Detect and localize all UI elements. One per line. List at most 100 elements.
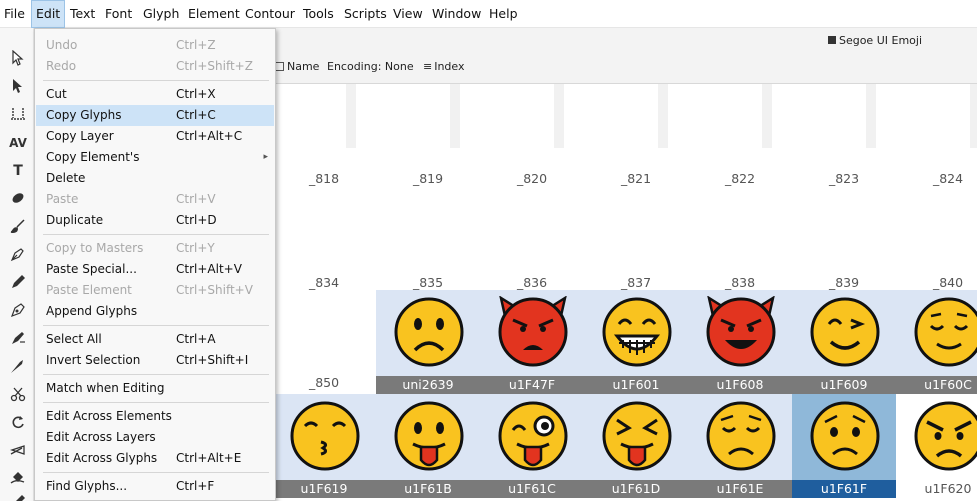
menu-item-label: Redo [46, 59, 77, 73]
menu-item-delete[interactable]: Delete [36, 168, 274, 189]
glyph-cell[interactable]: u1F61B [376, 394, 480, 498]
glyph-cell[interactable]: _821 [584, 170, 688, 274]
ruler-icon[interactable] [9, 494, 27, 501]
eraser-icon[interactable] [9, 190, 27, 208]
menu-tools[interactable]: Tools [299, 0, 338, 28]
menu-element[interactable]: Element [184, 0, 244, 28]
fill-icon[interactable] [9, 470, 27, 488]
glyph-cell[interactable]: u1F61F [792, 394, 896, 498]
menu-item-edit-across-elements[interactable]: Edit Across Elements [36, 406, 274, 427]
glyph-cell[interactable]: u1F609 [792, 290, 896, 394]
glyph-cell[interactable]: u1F60C [896, 290, 977, 394]
menu-item-paste[interactable]: Paste Ctrl+V [36, 189, 274, 210]
cell-divider [450, 84, 460, 148]
menu-item-paste-special[interactable]: Paste Special... Ctrl+Alt+V [36, 259, 274, 280]
menu-item-invert-selection[interactable]: Invert Selection Ctrl+Shift+I [36, 350, 274, 371]
checkbox-icon [275, 62, 284, 71]
brush-icon[interactable] [9, 218, 27, 236]
menu-help[interactable]: Help [485, 0, 522, 28]
menu-item-label: Paste Special... [46, 262, 137, 276]
menu-view[interactable]: View [389, 0, 427, 28]
list-icon: ≡ [423, 60, 433, 73]
pencil-icon[interactable] [9, 274, 27, 292]
menu-item-edit-across-layers[interactable]: Edit Across Layers [36, 427, 274, 448]
sort-name-label: Name [287, 60, 320, 73]
glyph-cell[interactable]: u1F61E [688, 394, 792, 498]
menu-item-copy-layer[interactable]: Copy Layer Ctrl+Alt+C [36, 126, 274, 147]
grin-emoji-icon [602, 297, 672, 367]
rotate-icon[interactable] [9, 414, 27, 432]
glyph-cell[interactable]: _819 [376, 170, 480, 274]
contour-pointer-icon[interactable] [9, 78, 27, 96]
menu-item-shortcut: Ctrl+Y [176, 241, 215, 255]
glyph-cell[interactable]: u1F61C [480, 394, 584, 498]
menu-item-find-glyphs[interactable]: Find Glyphs... Ctrl+F [36, 476, 274, 497]
edit-menu-dropdown: Undo Ctrl+Z Redo Ctrl+Shift+Z Cut Ctrl+X Copy … [34, 28, 276, 501]
menu-contour[interactable]: Contour [241, 0, 299, 28]
menu-item-select-all[interactable]: Select All Ctrl+A [36, 329, 274, 350]
menu-item-paste-element[interactable]: Paste Element Ctrl+Shift+V [36, 280, 274, 301]
menu-edit[interactable]: Edit [31, 0, 66, 28]
menu-separator [43, 374, 269, 375]
tongue-wink-emoji-icon [498, 401, 568, 471]
menu-item-redo[interactable]: Redo Ctrl+Shift+Z [36, 56, 274, 77]
glyph-cell-label: u1F60C [896, 376, 977, 394]
menu-item-edit-across-glyphs[interactable]: Edit Across Glyphs Ctrl+Alt+E [36, 448, 274, 469]
menu-item-cut[interactable]: Cut Ctrl+X [36, 84, 274, 105]
pen-icon[interactable] [9, 246, 27, 264]
font-selector[interactable]: Segoe UI Emoji [827, 34, 922, 47]
knife-icon[interactable] [9, 358, 27, 376]
scissors-icon[interactable] [9, 386, 27, 404]
glyph-cell[interactable]: u1F619 [272, 394, 376, 498]
glyph-cell[interactable]: _818 [272, 170, 376, 274]
glyph-cell[interactable]: _822 [688, 170, 792, 274]
menu-item-match-when-editing[interactable]: Match when Editing [36, 378, 274, 399]
menu-item-label: Paste [46, 192, 79, 206]
glyph-cell[interactable]: u1F47F [480, 290, 584, 394]
glyph-cell[interactable]: u1F61D [584, 394, 688, 498]
relieved-emoji-icon [914, 297, 977, 367]
menu-item-copy-glyphs[interactable]: Copy Glyphs Ctrl+C [36, 105, 274, 126]
pointer-icon[interactable] [9, 49, 27, 68]
menu-item-duplicate[interactable]: Duplicate Ctrl+D [36, 210, 274, 231]
glyph-cell[interactable]: _823 [792, 170, 896, 274]
menu-item-label: Copy to Masters [46, 241, 144, 255]
glyph-cell[interactable]: u1F620 [896, 394, 977, 498]
glyph-cell-label: _823 [828, 171, 860, 186]
calligraphy-pen-icon[interactable] [9, 302, 27, 320]
text-icon[interactable]: T [9, 162, 27, 180]
menu-item-undo[interactable]: Undo Ctrl+Z [36, 35, 274, 56]
menu-text[interactable]: Text [66, 0, 99, 28]
frown-emoji-icon [394, 297, 464, 367]
menu-item-label: Edit Across Elements [46, 409, 172, 423]
glyph-cell-label: u1F47F [480, 376, 584, 394]
encoding-button[interactable]: Encoding: None [327, 60, 414, 73]
menu-scripts[interactable]: Scripts [340, 0, 391, 28]
menu-separator [43, 80, 269, 81]
menu-glyph[interactable]: Glyph [139, 0, 183, 28]
menu-file[interactable]: File [0, 0, 29, 28]
glyph-cell[interactable]: uni2639 [376, 290, 480, 394]
submenu-arrow-icon: ▸ [263, 152, 268, 162]
cell-divider [866, 84, 876, 148]
kerning-icon[interactable]: AV [9, 134, 27, 152]
menu-window[interactable]: Window [428, 0, 485, 28]
sort-name-button[interactable]: Name [275, 60, 319, 73]
glyph-cell-label: _820 [516, 171, 548, 186]
glyph-cell[interactable]: u1F608 [688, 290, 792, 394]
glyph-cell[interactable]: _850 [272, 290, 376, 394]
glyph-cell-label: u1F608 [688, 376, 792, 394]
metrics-icon[interactable] [9, 106, 27, 124]
menu-item-label: Append Glyphs [46, 304, 138, 318]
rapid-tool-icon[interactable] [9, 330, 27, 348]
devil-angry-emoji-icon [498, 296, 568, 367]
slant-icon[interactable] [9, 442, 27, 460]
sort-index-button[interactable]: ≡ Index [423, 60, 465, 73]
glyph-cell[interactable]: _824 [896, 170, 977, 274]
menu-font[interactable]: Font [101, 0, 136, 28]
glyph-cell[interactable]: u1F601 [584, 290, 688, 394]
menu-item-copy-to-masters[interactable]: Copy to Masters Ctrl+Y [36, 238, 274, 259]
glyph-cell[interactable]: _820 [480, 170, 584, 274]
menu-item-copy-element-s[interactable]: Copy Element's ▸ [36, 147, 274, 168]
menu-item-append-glyphs[interactable]: Append Glyphs [36, 301, 274, 322]
